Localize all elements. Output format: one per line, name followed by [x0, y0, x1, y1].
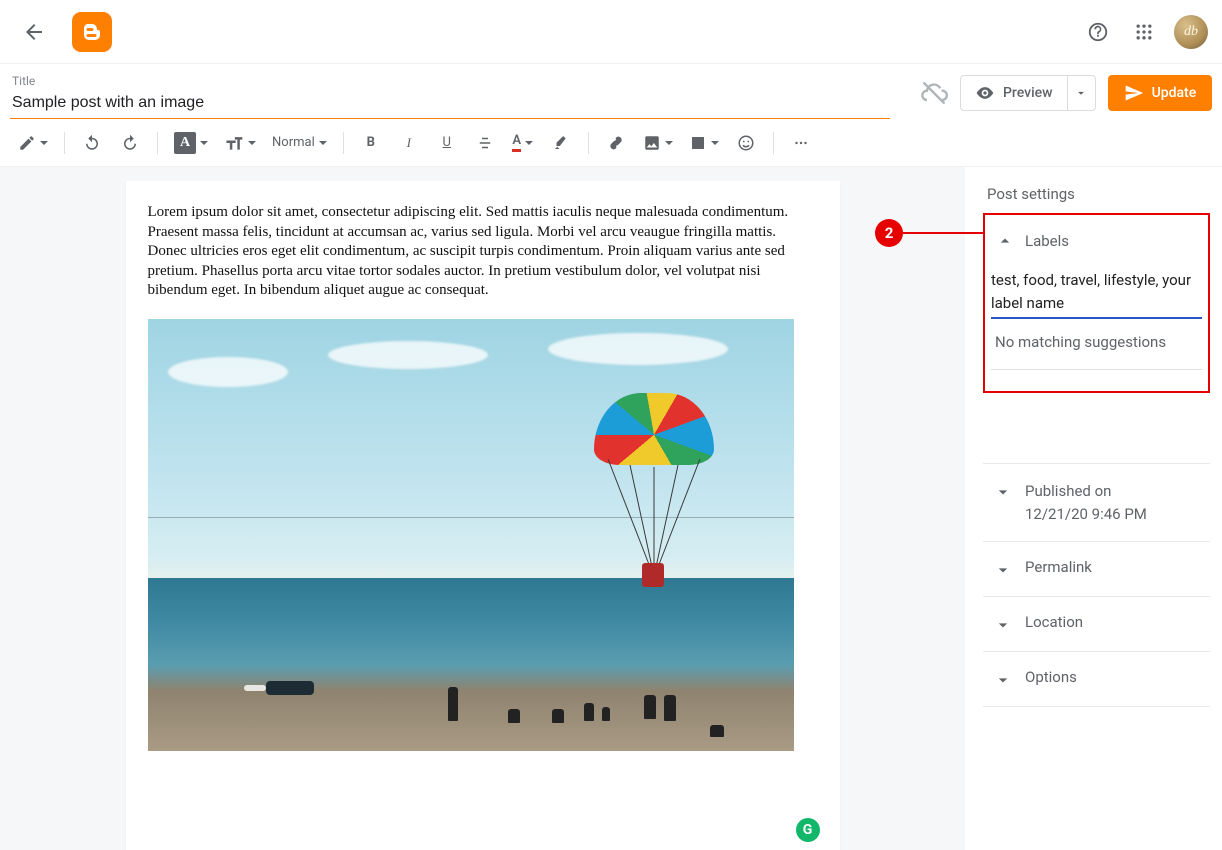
- account-avatar[interactable]: db: [1174, 15, 1208, 49]
- chevron-up-icon: [995, 231, 1015, 251]
- highlight-button[interactable]: [544, 126, 578, 160]
- app-topbar: db: [0, 0, 1222, 64]
- update-label: Update: [1152, 85, 1197, 101]
- grammarly-g-icon: G: [803, 822, 813, 838]
- labels-section-toggle[interactable]: Labels: [985, 221, 1208, 261]
- underline-button[interactable]: U: [430, 126, 464, 160]
- back-button[interactable]: [14, 12, 54, 52]
- permalink-label: Permalink: [1025, 558, 1092, 576]
- published-section[interactable]: Published on 12/21/20 9:46 PM: [983, 464, 1210, 541]
- options-section[interactable]: Options: [983, 652, 1210, 706]
- blogger-logo[interactable]: [72, 12, 112, 52]
- chevron-down-icon: [993, 560, 1013, 580]
- editor-column: Lorem ipsum dolor sit amet, consectetur …: [0, 167, 965, 850]
- post-image[interactable]: [148, 319, 794, 751]
- help-button[interactable]: [1078, 12, 1118, 52]
- send-icon: [1124, 83, 1144, 103]
- redo-button[interactable]: [113, 126, 147, 160]
- preview-label: Preview: [1003, 85, 1053, 101]
- undo-button[interactable]: [75, 126, 109, 160]
- options-label: Options: [1025, 668, 1077, 686]
- sidebar-title: Post settings: [987, 185, 1210, 203]
- insert-image-button[interactable]: [637, 126, 679, 160]
- video-icon: [689, 134, 707, 152]
- grammarly-badge[interactable]: G: [796, 818, 820, 842]
- saved-status: [920, 79, 948, 107]
- font-family-button[interactable]: A: [168, 126, 214, 160]
- chevron-down-icon: [993, 482, 1013, 502]
- title-action-row: Title Preview Update: [0, 64, 1222, 119]
- annotation-callout: 2: [875, 219, 985, 247]
- location-section[interactable]: Location: [983, 597, 1210, 651]
- preview-button-group: Preview: [960, 75, 1096, 111]
- caret-down-icon: [1074, 86, 1088, 100]
- italic-icon: I: [407, 135, 411, 151]
- cloud-off-icon: [920, 79, 948, 107]
- eye-icon: [975, 83, 995, 103]
- link-icon: [606, 133, 626, 153]
- published-label: Published on: [1025, 480, 1147, 503]
- underline-icon: U: [443, 135, 451, 150]
- post-title-input[interactable]: [10, 88, 890, 119]
- chevron-down-icon: [993, 615, 1013, 635]
- annotation-badge: 2: [875, 219, 903, 247]
- labels-heading: Labels: [1025, 232, 1069, 250]
- italic-button[interactable]: I: [392, 126, 426, 160]
- published-datetime: 12/21/20 9:46 PM: [1025, 503, 1147, 526]
- labels-input[interactable]: [991, 269, 1202, 319]
- compose-mode-button[interactable]: [12, 126, 54, 160]
- labels-section-highlight: 2 Labels No matching suggestions: [983, 213, 1210, 393]
- post-settings-sidebar: Post settings 2 Labels No matching sugge…: [965, 167, 1222, 850]
- update-button[interactable]: Update: [1108, 75, 1213, 111]
- emoji-icon: [737, 134, 755, 152]
- location-label: Location: [1025, 613, 1083, 631]
- text-color-button[interactable]: A: [506, 126, 540, 160]
- apps-button[interactable]: [1124, 12, 1164, 52]
- help-icon: [1087, 21, 1109, 43]
- apps-grid-icon: [1134, 22, 1154, 42]
- font-size-button[interactable]: [218, 126, 262, 160]
- insert-emoji-button[interactable]: [729, 126, 763, 160]
- preview-dropdown[interactable]: [1067, 76, 1095, 110]
- redo-icon: [121, 134, 139, 152]
- bold-button[interactable]: B: [354, 126, 388, 160]
- editor-paper[interactable]: Lorem ipsum dolor sit amet, consectetur …: [126, 181, 840, 850]
- text-color-icon: A: [512, 133, 521, 152]
- labels-suggestions: No matching suggestions: [991, 325, 1202, 370]
- preview-button[interactable]: Preview: [961, 76, 1067, 110]
- editor-toolbar: A Normal B I U A: [0, 119, 1222, 167]
- arrow-left-icon: [22, 20, 46, 44]
- strikethrough-icon: [476, 134, 494, 152]
- paragraph-format-button[interactable]: Normal: [266, 126, 333, 160]
- title-field-label: Title: [10, 74, 890, 88]
- highlighter-icon: [552, 134, 570, 152]
- main-area: Lorem ipsum dolor sit amet, consectetur …: [0, 167, 1222, 850]
- link-button[interactable]: [599, 126, 633, 160]
- more-tools-button[interactable]: [784, 126, 818, 160]
- permalink-section[interactable]: Permalink: [983, 542, 1210, 596]
- insert-video-button[interactable]: [683, 126, 725, 160]
- strikethrough-button[interactable]: [468, 126, 502, 160]
- paragraph-format-label: Normal: [272, 135, 315, 150]
- font-box-icon: A: [174, 132, 196, 154]
- bold-icon: B: [367, 135, 375, 150]
- text-size-icon: [224, 133, 244, 153]
- pencil-icon: [18, 134, 36, 152]
- post-body-text[interactable]: Lorem ipsum dolor sit amet, consectetur …: [148, 203, 818, 301]
- chevron-down-icon: [993, 670, 1013, 690]
- more-horiz-icon: [792, 134, 810, 152]
- image-icon: [643, 134, 661, 152]
- undo-icon: [83, 134, 101, 152]
- blogger-icon: [80, 20, 104, 44]
